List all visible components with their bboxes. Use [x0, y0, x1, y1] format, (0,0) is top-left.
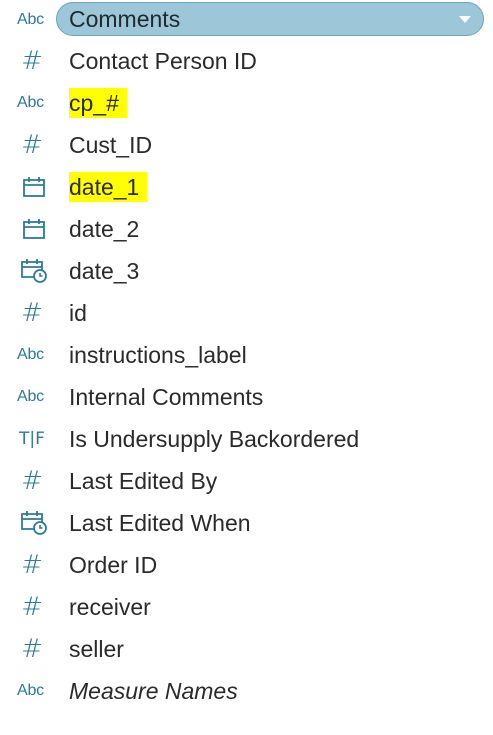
data-pane-field-list: Abc Comments # Contact Person ID Abc cp_…	[0, 0, 493, 712]
field-row-cp[interactable]: Abc cp_#	[0, 82, 493, 124]
field-row-id[interactable]: # id	[0, 292, 493, 334]
field-row-receiver[interactable]: # receiver	[0, 586, 493, 628]
field-row-instructions-label[interactable]: Abc instructions_label	[0, 334, 493, 376]
field-label: instructions_label	[69, 342, 247, 368]
field-row-cust-id[interactable]: # Cust_ID	[0, 124, 493, 166]
string-type-icon: Abc	[17, 346, 44, 363]
selected-field-pill[interactable]: Comments	[56, 2, 484, 36]
field-row-last-edited-when[interactable]: Last Edited When	[0, 502, 493, 544]
field-label: date_1	[69, 172, 148, 202]
field-label: cp_#	[69, 88, 127, 118]
field-label: Contact Person ID	[69, 48, 257, 74]
field-label: Order ID	[69, 552, 158, 578]
number-type-icon: #	[21, 46, 43, 76]
number-type-icon: #	[21, 634, 43, 664]
field-label: Last Edited When	[69, 510, 251, 536]
string-type-icon: Abc	[17, 682, 44, 699]
calendar-icon	[14, 172, 54, 202]
field-label: seller	[69, 636, 124, 662]
calendar-clock-icon	[14, 508, 54, 538]
field-label: Measure Names	[69, 678, 238, 704]
field-row-order-id[interactable]: # Order ID	[0, 544, 493, 586]
field-label: Internal Comments	[69, 384, 264, 410]
field-row-date-3[interactable]: date_3	[0, 250, 493, 292]
field-row-last-edited-by[interactable]: # Last Edited By	[0, 460, 493, 502]
field-label: Last Edited By	[69, 468, 218, 494]
field-row-is-undersupply-backordered[interactable]: T|F Is Undersupply Backordered	[0, 418, 493, 460]
field-row-seller[interactable]: # seller	[0, 628, 493, 670]
field-label: Is Undersupply Backordered	[69, 426, 360, 452]
number-type-icon: #	[21, 130, 43, 160]
field-label: date_2	[69, 216, 140, 242]
field-row-comments[interactable]: Abc Comments	[0, 0, 493, 40]
field-label: Comments	[69, 6, 181, 32]
field-row-measure-names[interactable]: Abc Measure Names	[0, 670, 493, 712]
number-type-icon: #	[21, 592, 43, 622]
field-label: id	[69, 300, 87, 326]
string-type-icon: Abc	[17, 11, 44, 28]
boolean-type-icon: T|F	[19, 429, 45, 449]
string-type-icon: Abc	[17, 388, 44, 405]
field-row-internal-comments[interactable]: Abc Internal Comments	[0, 376, 493, 418]
chevron-down-icon[interactable]	[459, 16, 471, 23]
number-type-icon: #	[21, 466, 43, 496]
calendar-clock-icon	[14, 256, 54, 286]
field-row-date-2[interactable]: date_2	[0, 208, 493, 250]
string-type-icon: Abc	[17, 94, 44, 111]
field-label: receiver	[69, 594, 151, 620]
number-type-icon: #	[21, 298, 43, 328]
field-row-date-1[interactable]: date_1	[0, 166, 493, 208]
field-row-contact-person-id[interactable]: # Contact Person ID	[0, 40, 493, 82]
number-type-icon: #	[21, 550, 43, 580]
field-label: date_3	[69, 258, 140, 284]
field-label: Cust_ID	[69, 132, 153, 158]
calendar-icon	[14, 214, 54, 244]
